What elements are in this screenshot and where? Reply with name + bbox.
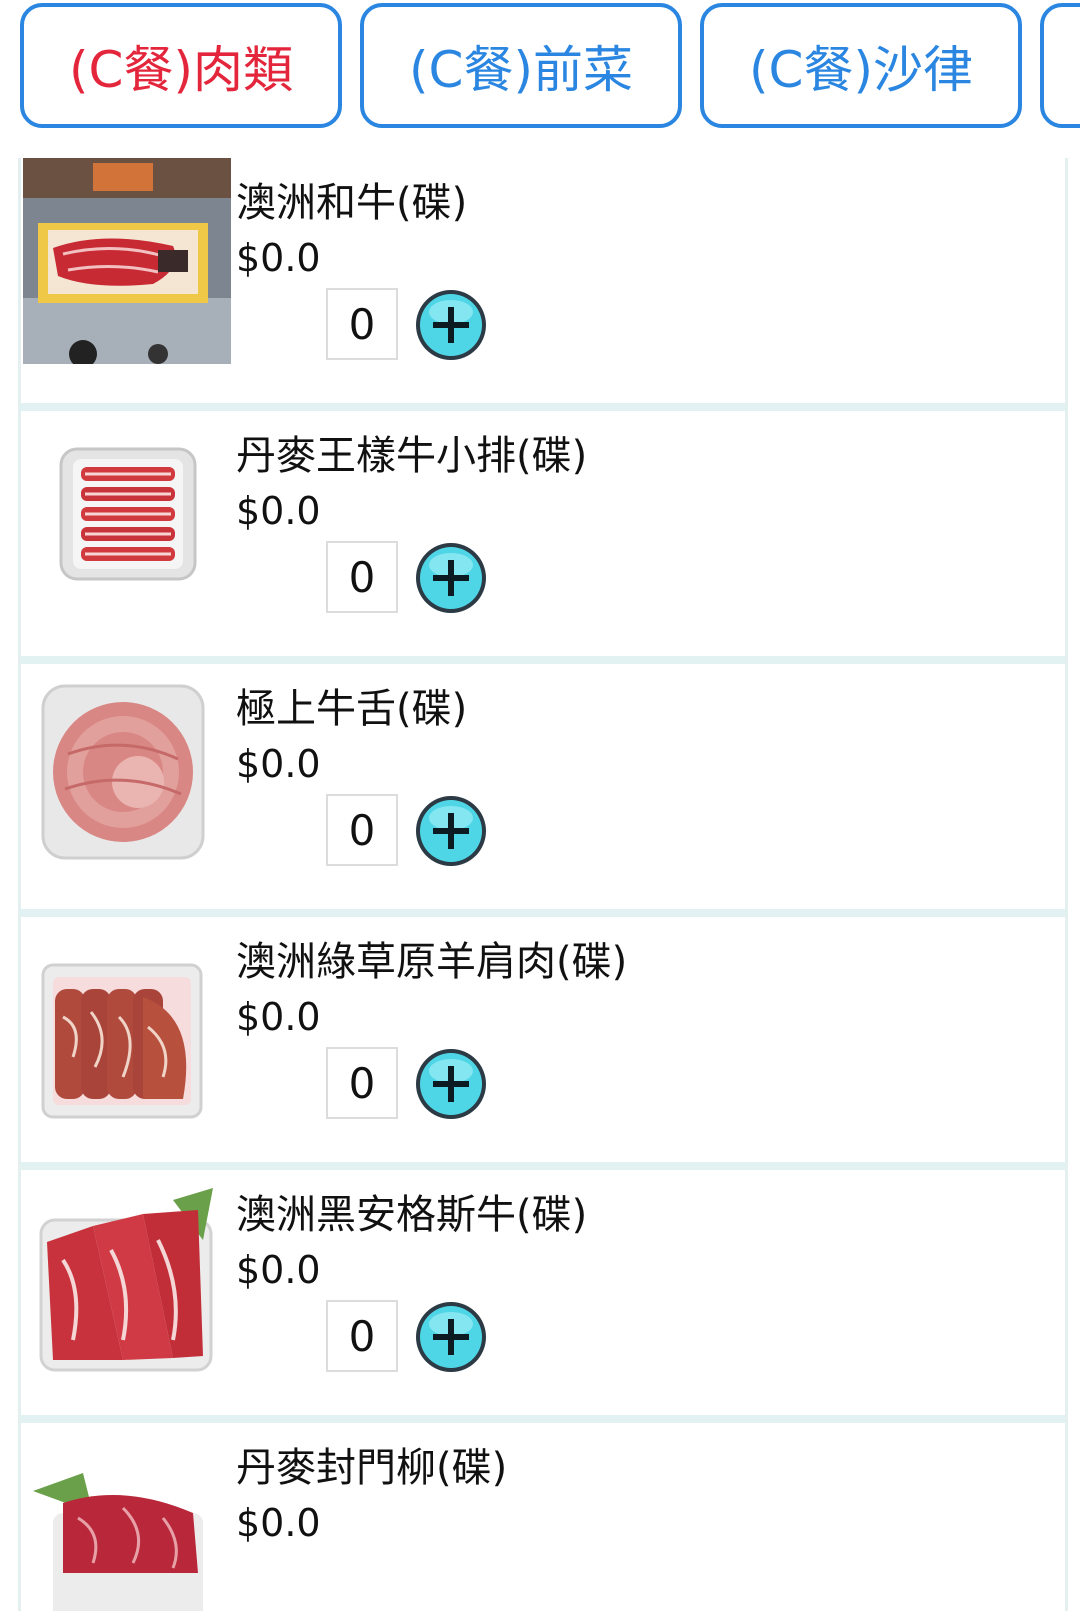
plus-circle-icon [416, 290, 486, 360]
item-photo [23, 664, 231, 870]
item-name: 澳洲和牛(碟) [236, 180, 468, 226]
item-price: $0.0 [236, 995, 321, 1039]
add-button[interactable] [414, 1300, 488, 1374]
item-name: 極上牛舌(碟) [236, 686, 468, 732]
item-name: 澳洲綠草原羊肩肉(碟) [236, 939, 628, 985]
item-name: 丹麥王樣牛小排(碟) [236, 433, 588, 479]
item-name: 丹麥封門柳(碟) [236, 1445, 508, 1491]
item-photo [23, 158, 231, 364]
quantity-field[interactable]: 0 [326, 288, 398, 360]
add-button[interactable] [414, 288, 488, 362]
item-photo [23, 1423, 231, 1611]
quantity-field[interactable]: 0 [326, 1047, 398, 1119]
menu-item: 極上牛舌(碟) $0.0 0 [21, 664, 1065, 917]
item-price: $0.0 [236, 236, 321, 280]
menu-item: 澳洲黑安格斯牛(碟) $0.0 0 [21, 1170, 1065, 1423]
item-photo [23, 1170, 231, 1376]
item-price: $0.0 [236, 1501, 321, 1545]
tab-meat[interactable]: (C餐)肉類 [20, 3, 342, 128]
item-price: $0.0 [236, 742, 321, 786]
add-button[interactable] [414, 1047, 488, 1121]
add-button[interactable] [414, 794, 488, 868]
plus-circle-icon [416, 1302, 486, 1372]
add-button[interactable] [414, 541, 488, 615]
tab-next[interactable] [1040, 3, 1080, 128]
plus-circle-icon [416, 1049, 486, 1119]
plus-circle-icon [416, 543, 486, 613]
item-name: 澳洲黑安格斯牛(碟) [236, 1192, 588, 1238]
plus-circle-icon [416, 796, 486, 866]
quantity-field[interactable]: 0 [326, 794, 398, 866]
tab-appetizer[interactable]: (C餐)前菜 [360, 3, 682, 128]
item-price: $0.0 [236, 489, 321, 533]
item-photo [23, 917, 231, 1123]
tab-salad[interactable]: (C餐)沙律 [700, 3, 1022, 128]
menu-item: 澳洲綠草原羊肩肉(碟) $0.0 0 [21, 917, 1065, 1170]
quantity-field[interactable]: 0 [326, 1300, 398, 1372]
quantity-field[interactable]: 0 [326, 541, 398, 613]
menu-item: 澳洲和牛(碟) $0.0 0 [21, 158, 1065, 411]
menu-item: 丹麥封門柳(碟) $0.0 [21, 1423, 1065, 1611]
menu-item-list: 澳洲和牛(碟) $0.0 0 丹麥王樣牛小排(碟) $0.0 0 極上牛舌(碟)… [18, 158, 1068, 1611]
menu-item: 丹麥王樣牛小排(碟) $0.0 0 [21, 411, 1065, 664]
item-photo [23, 411, 231, 617]
item-price: $0.0 [236, 1248, 321, 1292]
category-tabs: (C餐)肉類 (C餐)前菜 (C餐)沙律 [0, 0, 1080, 150]
